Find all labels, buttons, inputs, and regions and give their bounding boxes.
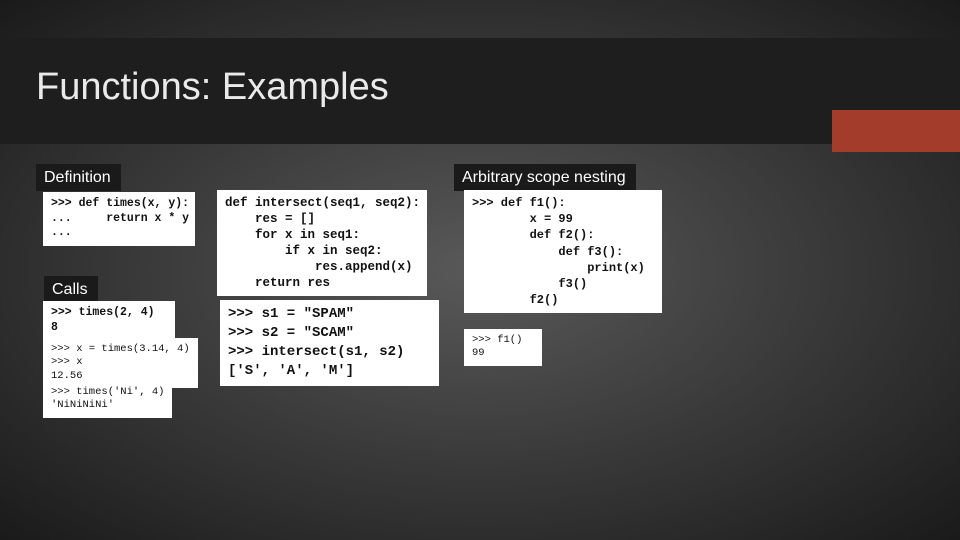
label-calls: Calls — [44, 276, 98, 303]
code-times-def: >>> def times(x, y): ... return x * y ..… — [43, 192, 195, 246]
label-definition: Definition — [36, 164, 121, 191]
code-call-ni: >>> times('Ni', 4) 'NiNiNiNi' — [43, 381, 172, 418]
code-scope-def: >>> def f1(): x = 99 def f2(): def f3():… — [464, 190, 662, 313]
slide-title: Functions: Examples — [36, 66, 389, 109]
code-intersect-call: >>> s1 = "SPAM" >>> s2 = "SCAM" >>> inte… — [220, 300, 439, 386]
label-scope: Arbitrary scope nesting — [454, 164, 636, 191]
accent-block — [832, 110, 960, 152]
code-intersect-def: def intersect(seq1, seq2): res = [] for … — [217, 190, 427, 296]
code-scope-call: >>> f1() 99 — [464, 329, 542, 366]
code-call-2-4: >>> times(2, 4) 8 — [43, 301, 175, 340]
